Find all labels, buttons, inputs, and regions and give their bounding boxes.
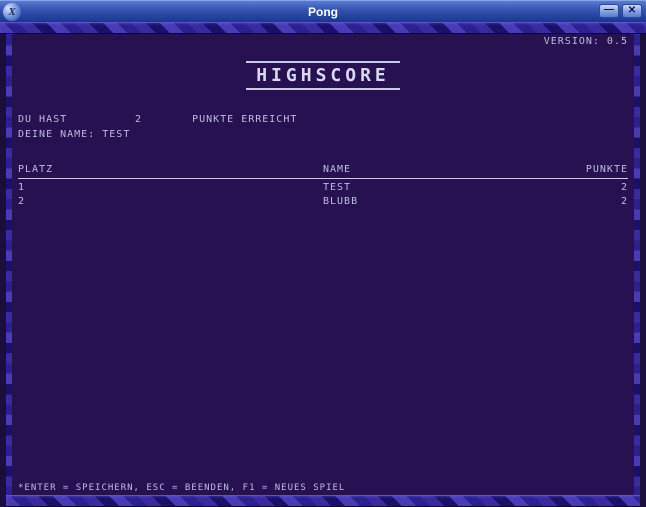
cell-platz: 1 xyxy=(18,182,323,193)
border-bottom-decor xyxy=(6,495,640,507)
cell-name: BLUBB xyxy=(323,196,506,207)
table-row: 2 BLUBB 2 xyxy=(18,193,628,207)
minimize-button[interactable]: — xyxy=(599,4,619,18)
highscore-table: PLATZ NAME PUNKTE 1 TEST 2 2 BLUBB 2 xyxy=(18,164,628,207)
header-name: NAME xyxy=(323,164,506,175)
header-platz: PLATZ xyxy=(18,164,323,175)
header-punkte: PUNKTE xyxy=(506,164,628,175)
app-menu-icon[interactable]: X xyxy=(3,3,21,21)
window-title: Pong xyxy=(308,5,338,19)
game-window: X Pong — ✕ VERSION: 0.5 HIGHSCORE DU HAS… xyxy=(0,0,646,507)
name-label: DEINE NAME: xyxy=(18,127,95,142)
table-header: PLATZ NAME PUNKTE xyxy=(18,164,628,179)
cell-platz: 2 xyxy=(18,196,323,207)
reached-prefix: DU HAST xyxy=(18,112,128,127)
reached-points: 2 xyxy=(135,112,185,127)
name-value: TEST xyxy=(102,127,130,142)
titlebar: X Pong — ✕ xyxy=(0,0,646,22)
footer-hint: *ENTER = SPEICHERN, ESC = BEENDEN, F1 = … xyxy=(18,483,345,493)
table-row: 1 TEST 2 xyxy=(18,179,628,193)
cell-name: TEST xyxy=(323,182,506,193)
cell-punkte: 2 xyxy=(506,182,628,193)
border-top-decor xyxy=(0,22,646,34)
cell-punkte: 2 xyxy=(506,196,628,207)
titlebar-buttons: — ✕ xyxy=(599,4,642,18)
score-summary: DU HAST 2 PUNKTE ERREICHT DEINE NAME: TE… xyxy=(18,112,628,142)
heading-wrap: HIGHSCORE xyxy=(18,61,628,90)
score-reached-line: DU HAST 2 PUNKTE ERREICHT xyxy=(18,112,628,127)
reached-suffix: PUNKTE ERREICHT xyxy=(192,112,297,127)
player-name-line: DEINE NAME: TEST xyxy=(18,127,628,142)
content-area: VERSION: 0.5 HIGHSCORE DU HAST 2 PUNKTE … xyxy=(6,34,640,501)
close-button[interactable]: ✕ xyxy=(622,4,642,18)
version-label: VERSION: 0.5 xyxy=(18,36,628,47)
page-heading: HIGHSCORE xyxy=(246,61,400,90)
